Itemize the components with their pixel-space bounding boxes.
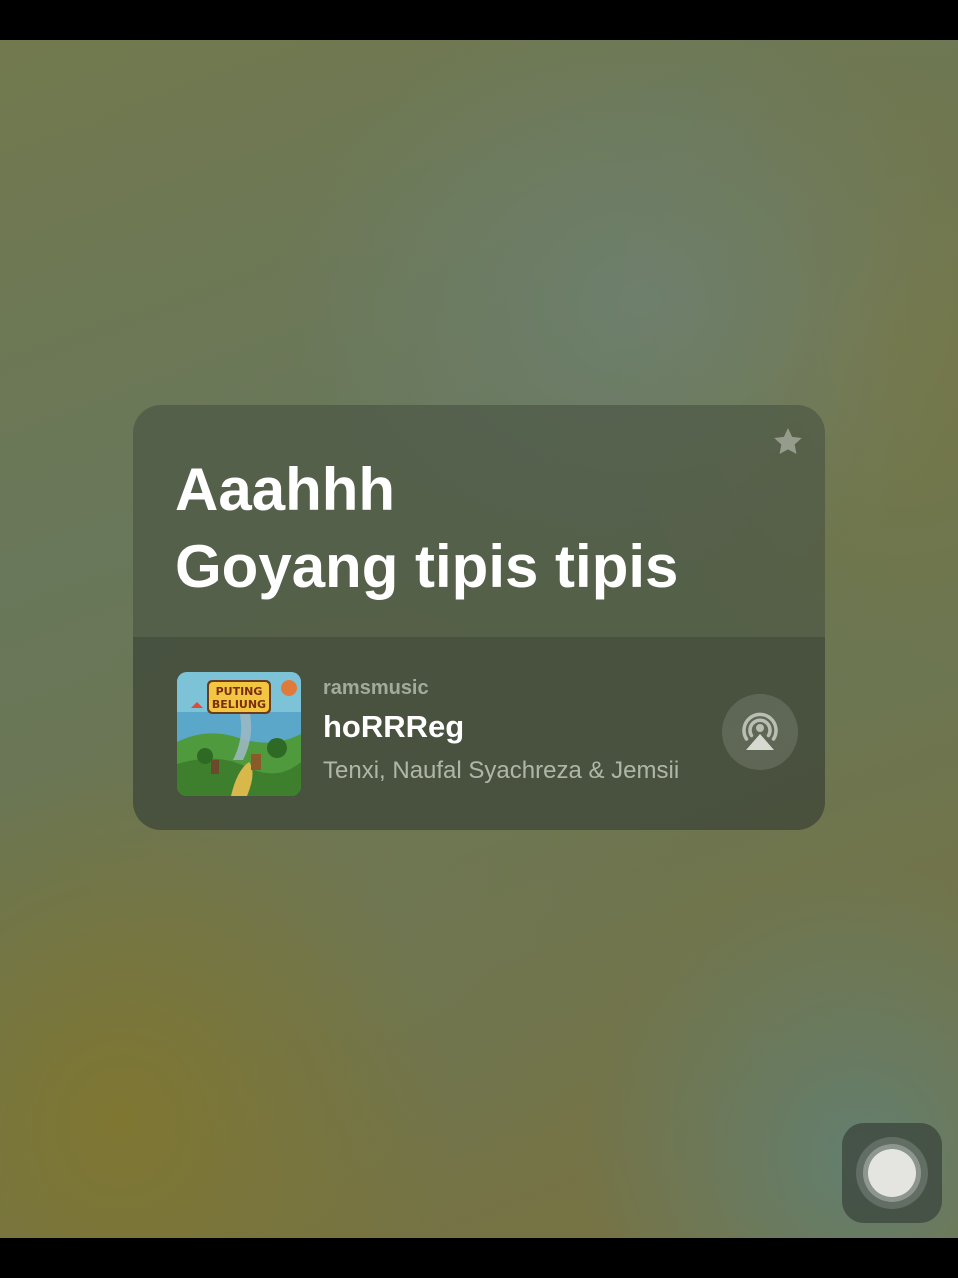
lyric-line-2: Goyang tipis tipis	[175, 533, 679, 600]
bottom-bar-area	[0, 1238, 958, 1278]
lyric-line-1: Aaahhh	[175, 456, 396, 523]
airplay-button[interactable]	[722, 694, 798, 770]
music-lyrics-widget[interactable]: Aaahhh Goyang tipis tipis PUTING BELIUNG…	[133, 405, 825, 830]
airplay-icon	[742, 712, 778, 750]
lyrics-section: Aaahhh Goyang tipis tipis	[133, 405, 825, 637]
album-artwork[interactable]: PUTING BELIUNG	[177, 672, 301, 796]
star-icon[interactable]	[771, 425, 805, 459]
svg-text:BELIUNG: BELIUNG	[212, 698, 266, 711]
status-bar-area	[0, 0, 958, 40]
assistive-touch-button[interactable]	[842, 1123, 942, 1223]
assistive-touch-dot	[868, 1149, 916, 1197]
svg-text:PUTING: PUTING	[216, 685, 263, 698]
track-title: hoRRReg	[323, 709, 465, 744]
track-artists: Tenxi, Naufal Syachreza & Jemsii	[323, 757, 680, 784]
shared-by-username: ramsmusic	[323, 677, 429, 699]
now-playing-section[interactable]: PUTING BELIUNG ramsmusic hoRRReg Tenxi, …	[133, 637, 825, 830]
